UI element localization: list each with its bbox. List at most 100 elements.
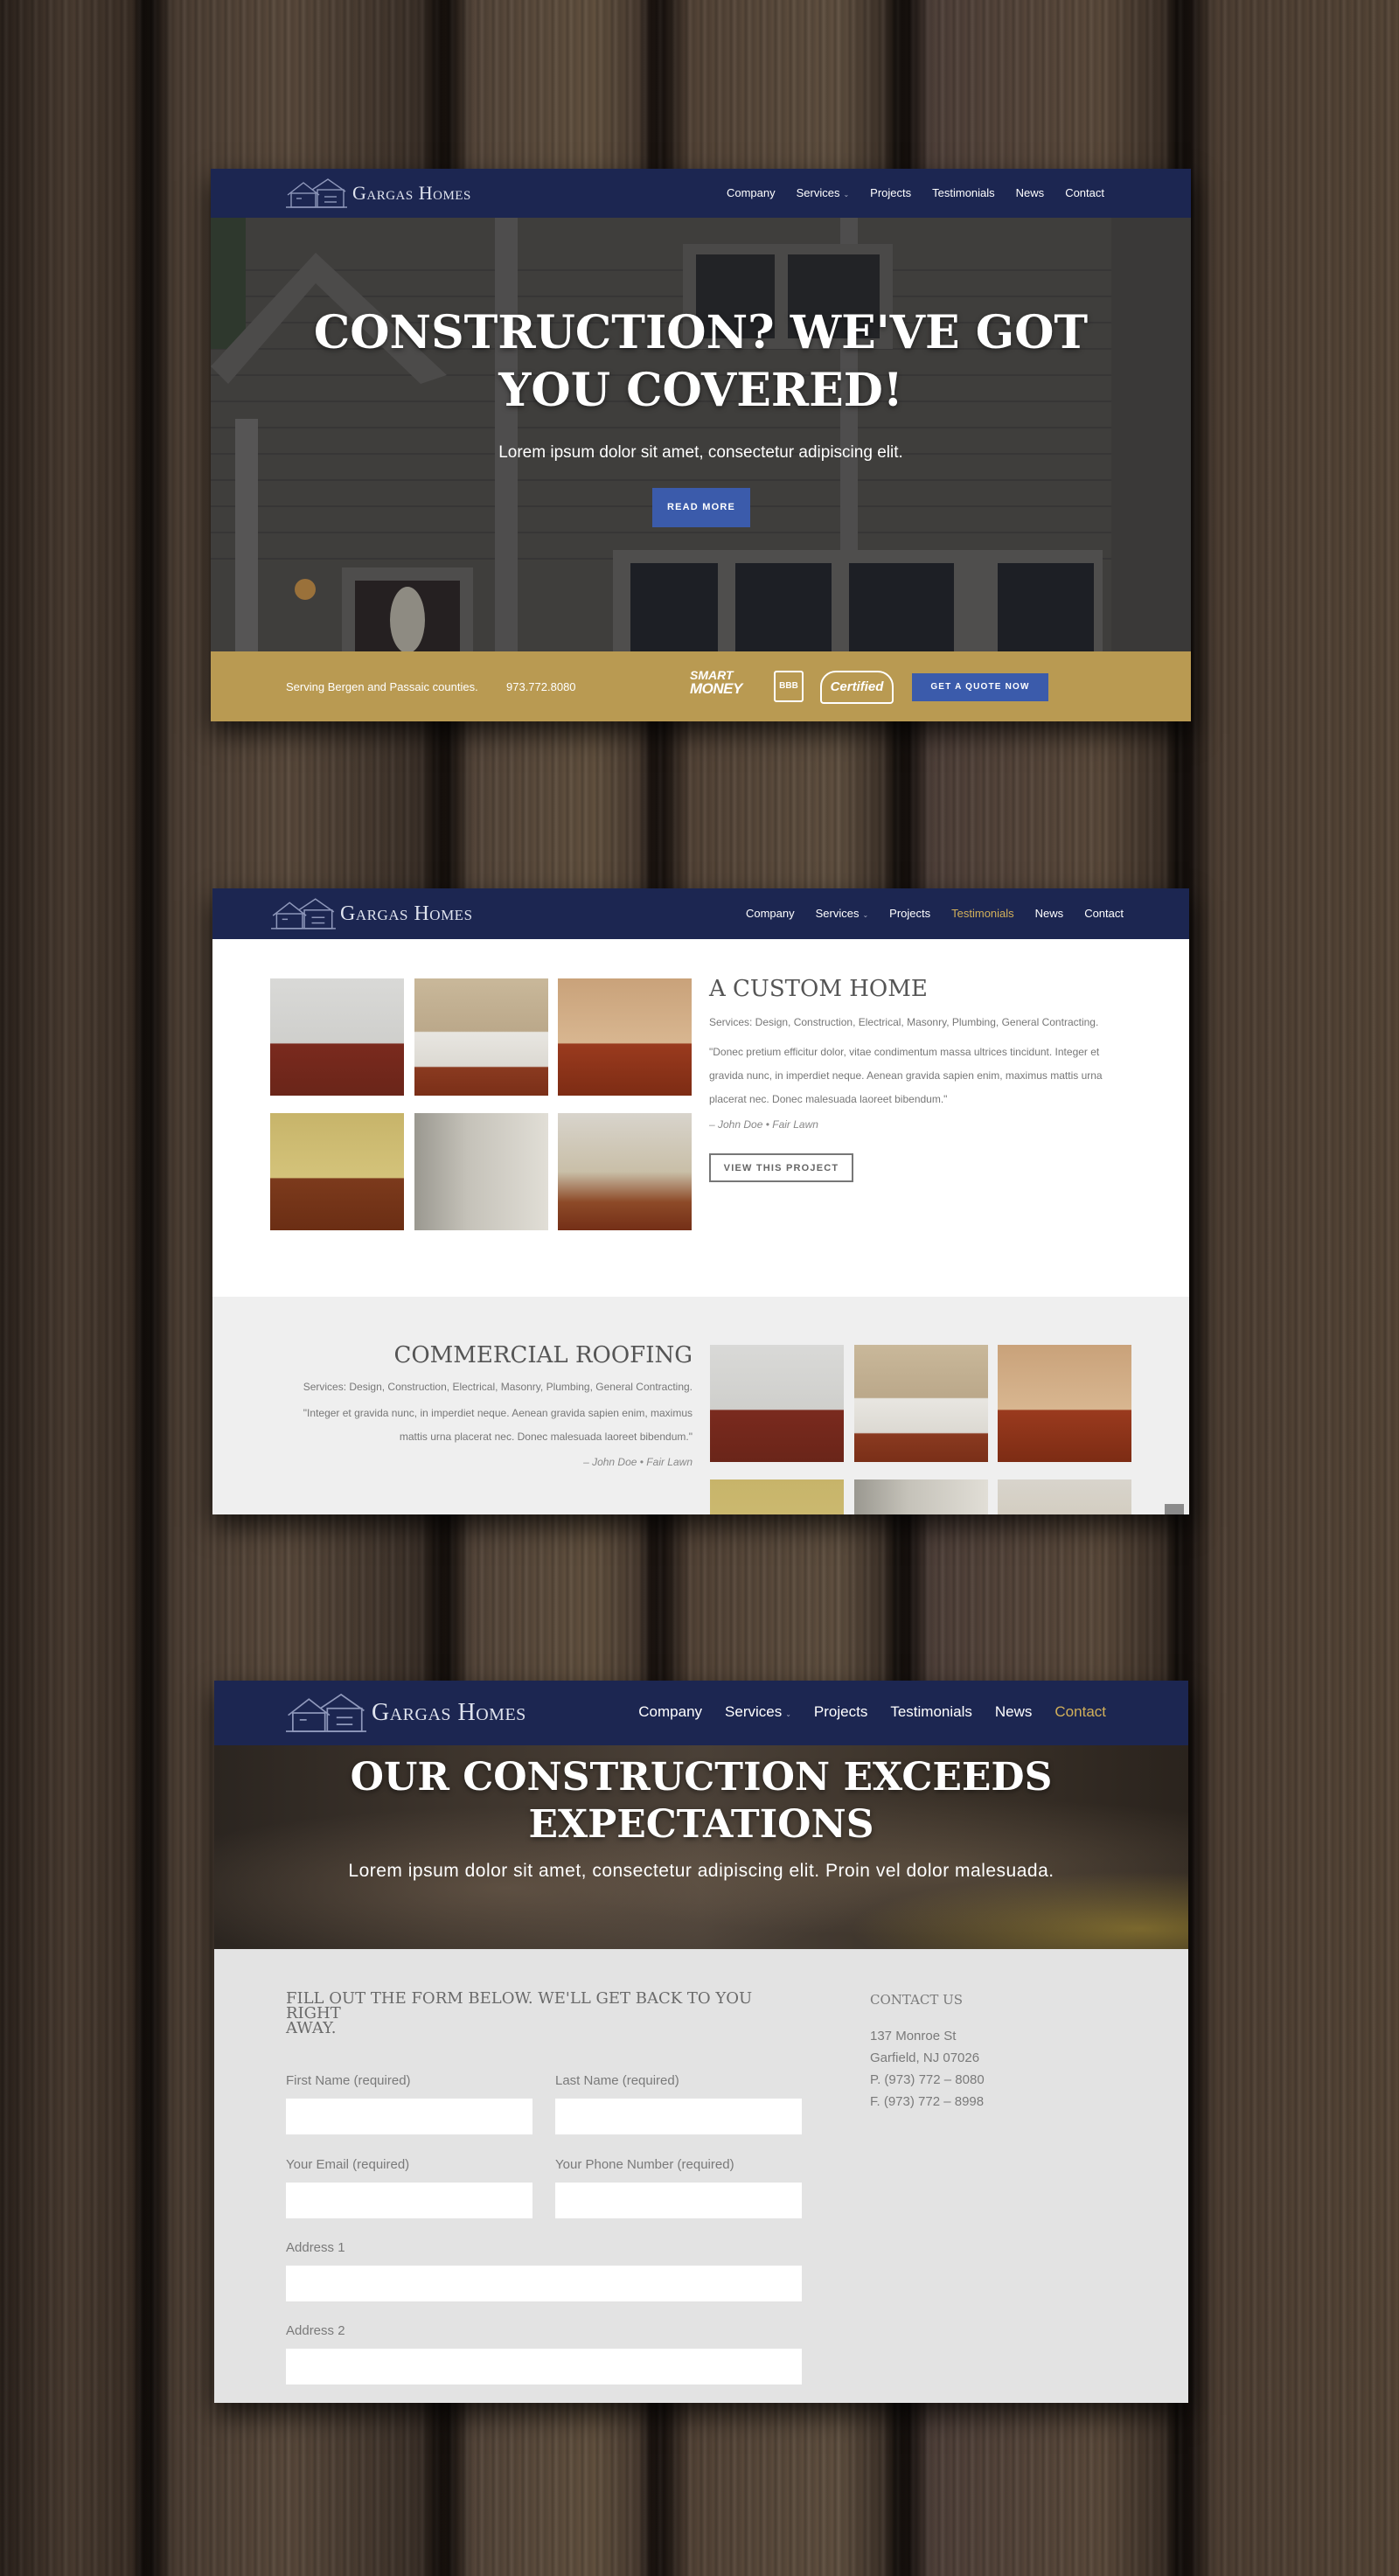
nav-projects[interactable]: Projects: [870, 186, 911, 199]
project-2-section: COMMERCIAL ROOFING Services: Design, Con…: [212, 1297, 1189, 1514]
gallery-photo-kitchen[interactable]: [414, 978, 548, 1096]
project-1-quote: "Donec pretium efficitur dolor, vitae co…: [709, 1041, 1146, 1111]
house-logo-icon: [286, 178, 347, 208]
screen-contact: Gargas Homes Company Services ⌄ Projects …: [214, 1681, 1188, 2403]
phone-text[interactable]: 973.772.8080: [506, 680, 576, 693]
nav-news[interactable]: News: [995, 1703, 1033, 1721]
phone-label: Your Phone Number (required): [555, 2157, 734, 2172]
nav-testimonials[interactable]: Testimonials: [932, 186, 995, 199]
get-quote-button[interactable]: GET A QUOTE NOW: [912, 673, 1048, 701]
project-1-author: – John Doe • Fair Lawn: [709, 1118, 818, 1131]
nav-contact[interactable]: Contact: [1084, 907, 1124, 920]
brand-logo[interactable]: Gargas Homes: [270, 897, 473, 930]
gallery-photo-living-room[interactable]: [270, 1113, 404, 1230]
email-label: Your Email (required): [286, 2157, 410, 2172]
brand-logo[interactable]: Gargas Homes: [286, 1692, 526, 1734]
project-1-title: A CUSTOM HOME: [709, 976, 928, 1002]
project-2-author: – John Doe • Fair Lawn: [583, 1456, 693, 1468]
address-street: 137 Monroe St: [870, 2029, 957, 2043]
nav-services-label: Services: [796, 186, 840, 199]
email-input[interactable]: [286, 2183, 532, 2218]
brand-name: Gargas Homes: [340, 902, 473, 925]
address-1-input[interactable]: [286, 2266, 802, 2301]
last-name-label: Last Name (required): [555, 2073, 679, 2088]
project-1-details: A CUSTOM HOME Services: Design, Construc…: [709, 976, 1146, 1182]
address-2-input[interactable]: [286, 2349, 802, 2385]
first-name-label: First Name (required): [286, 2073, 411, 2088]
nav-company[interactable]: Company: [746, 907, 795, 920]
project-2-services: Services: Design, Construction, Electric…: [303, 1381, 693, 1393]
serving-text: Serving Bergen and Passaic counties.: [286, 680, 478, 693]
nav-projects[interactable]: Projects: [814, 1703, 867, 1721]
project-2-quote-line-2: mattis urna placerat nec. Donec malesuad…: [399, 1431, 693, 1443]
badge-bbb: BBB: [779, 681, 798, 691]
contact-hero-title-line-1: OUR CONSTRUCTION EXCEEDS: [350, 1755, 1053, 1800]
nav-company[interactable]: Company: [638, 1703, 702, 1721]
contact-phone[interactable]: P. (973) 772 – 8080: [870, 2069, 985, 2091]
brand-name: Gargas Homes: [352, 182, 471, 204]
contact-fax: F. (973) 772 – 8998: [870, 2094, 985, 2109]
gallery-photo-stairs-2[interactable]: [998, 1345, 1131, 1462]
address-2-label: Address 2: [286, 2323, 345, 2338]
last-name-input[interactable]: [555, 2099, 802, 2134]
main-nav: Company Services ⌄ Projects Testimonials …: [746, 907, 1124, 920]
nav-news[interactable]: News: [1035, 907, 1064, 920]
read-more-button[interactable]: READ MORE: [652, 488, 750, 527]
nav-testimonials[interactable]: Testimonials: [890, 1703, 972, 1721]
gallery-photo-kitchen-island-2[interactable]: [998, 1479, 1131, 1514]
project-1-quote-line-1: "Donec pretium efficitur dolor, vitae co…: [709, 1046, 1100, 1058]
nav-services[interactable]: Services ⌄: [725, 1703, 791, 1721]
gallery-photo-bathroom[interactable]: [270, 978, 404, 1096]
gallery-photo-stairs[interactable]: [558, 978, 692, 1096]
first-name-input[interactable]: [286, 2099, 532, 2134]
nav-services-label: Services: [725, 1703, 783, 1720]
contact-hero-subtitle: Lorem ipsum dolor sit amet, consectetur …: [348, 1861, 1054, 1881]
project-1-quote-line-2: gravida nunc, in imperdiet neque. Aenean…: [709, 1069, 1103, 1082]
project-2-quote: "Integer et gravida nunc, in imperdiet n…: [238, 1402, 693, 1449]
screen-home-hero: Gargas Homes Company Services ⌄ Projects …: [211, 169, 1191, 721]
top-navbar: Gargas Homes Company Services ⌄ Projects …: [214, 1681, 1188, 1745]
form-heading-line-2: AWAY.: [286, 2019, 337, 2037]
contact-heading: CONTACT US: [870, 1992, 964, 2008]
form-heading: FILL OUT THE FORM BELOW. WE'LL GET BACK …: [286, 1991, 802, 2036]
nav-news[interactable]: News: [1016, 186, 1045, 199]
phone-input[interactable]: [555, 2183, 802, 2218]
gallery-photo-living-room-2[interactable]: [710, 1479, 844, 1514]
contact-form: FILL OUT THE FORM BELOW. WE'LL GET BACK …: [286, 1991, 802, 2036]
gallery-photo-kitchen-2[interactable]: [854, 1345, 988, 1462]
scroll-to-top-button[interactable]: [1165, 1504, 1184, 1514]
project-1-services: Services: Design, Construction, Electric…: [709, 1016, 1099, 1028]
hero-title-line-1: CONSTRUCTION? WE'VE GOT: [313, 306, 1089, 359]
nav-services[interactable]: Services ⌄: [797, 186, 850, 199]
project-1-quote-line-3: placerat nec. Donec malesuada laoreet bi…: [709, 1093, 948, 1105]
gallery-photo-kitchen-island[interactable]: [558, 1113, 692, 1230]
gallery-photo-shower-2[interactable]: [854, 1479, 988, 1514]
hero-subtitle: Lorem ipsum dolor sit amet, consectetur …: [498, 443, 903, 462]
nav-testimonials[interactable]: Testimonials: [951, 907, 1014, 920]
gallery-photo-bathroom-2[interactable]: [710, 1345, 844, 1462]
house-logo-icon: [286, 1693, 366, 1732]
top-navbar: Gargas Homes Company Services ⌄ Projects …: [212, 888, 1189, 939]
nav-contact[interactable]: Contact: [1065, 186, 1104, 199]
nav-company[interactable]: Company: [727, 186, 776, 199]
brand-logo[interactable]: Gargas Homes: [286, 178, 471, 209]
main-nav: Company Services ⌄ Projects Testimonials …: [727, 186, 1104, 199]
gallery-photo-shower[interactable]: [414, 1113, 548, 1230]
gold-info-bar: Serving Bergen and Passaic counties. 973…: [211, 651, 1191, 721]
badge-money: MONEY: [690, 680, 742, 697]
nav-services-label: Services: [815, 907, 860, 920]
view-project-button[interactable]: VIEW THIS PROJECT: [709, 1153, 853, 1182]
top-navbar: Gargas Homes Company Services ⌄ Projects …: [211, 169, 1191, 218]
address-1-label: Address 1: [286, 2240, 345, 2255]
nav-projects[interactable]: Projects: [889, 907, 930, 920]
nav-contact[interactable]: Contact: [1054, 1703, 1106, 1721]
project-2-title: COMMERCIAL ROOFING: [393, 1342, 693, 1368]
nav-services[interactable]: Services ⌄: [816, 907, 869, 920]
bbb-badge: BBB: [774, 671, 804, 702]
certified-badge: Certified: [820, 671, 894, 704]
hero-title: CONSTRUCTION? WE'VE GOT YOU COVERED!: [211, 304, 1191, 420]
badge-certified: Certified: [830, 679, 884, 694]
hero-background-photo: [211, 218, 1191, 651]
main-nav: Company Services ⌄ Projects Testimonials …: [638, 1703, 1106, 1721]
chevron-down-icon: ⌄: [862, 911, 869, 919]
